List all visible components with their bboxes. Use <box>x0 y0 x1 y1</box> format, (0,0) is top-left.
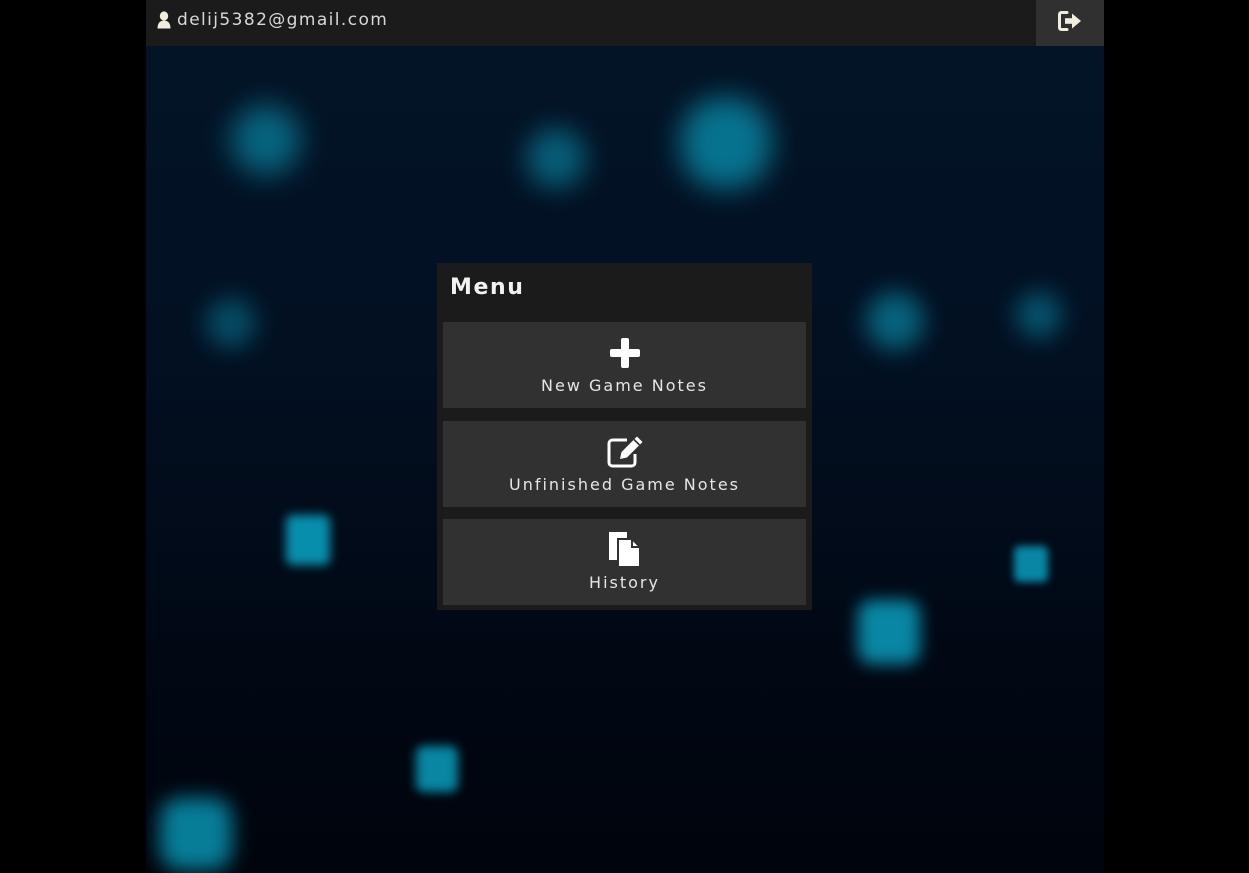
user-icon <box>157 11 171 29</box>
background-glow <box>681 98 771 188</box>
sign-out-icon <box>1057 10 1083 36</box>
files-icon <box>605 532 645 568</box>
unfinished-game-notes-button[interactable]: Unfinished Game Notes <box>443 421 806 507</box>
background-glow <box>858 600 920 664</box>
background-glow <box>416 746 458 792</box>
background-glow <box>1014 546 1048 582</box>
top-bar: delij5382@gmail.com <box>146 0 1104 46</box>
menu-title: Menu <box>450 275 525 300</box>
user-info: delij5382@gmail.com <box>157 9 388 31</box>
new-game-notes-button[interactable]: New Game Notes <box>443 322 806 408</box>
plus-icon <box>605 335 645 371</box>
background-glow <box>286 515 330 565</box>
background-glow <box>206 298 256 348</box>
background-glow <box>866 292 924 350</box>
unfinished-game-notes-label: Unfinished Game Notes <box>508 475 740 494</box>
user-email: delij5382@gmail.com <box>177 10 389 30</box>
edit-icon <box>605 434 645 470</box>
menu-panel: Menu New Game Notes Unfinished Game Note… <box>437 263 812 610</box>
background-glow <box>231 105 301 175</box>
background-glow <box>160 798 232 870</box>
background-glow <box>526 128 586 188</box>
background-glow <box>1016 292 1062 338</box>
history-label: History <box>589 573 660 592</box>
logout-button[interactable] <box>1036 0 1104 46</box>
history-button[interactable]: History <box>443 519 806 605</box>
new-game-notes-label: New Game Notes <box>541 376 708 395</box>
app-window: delij5382@gmail.com Menu New Game Notes <box>146 0 1104 873</box>
